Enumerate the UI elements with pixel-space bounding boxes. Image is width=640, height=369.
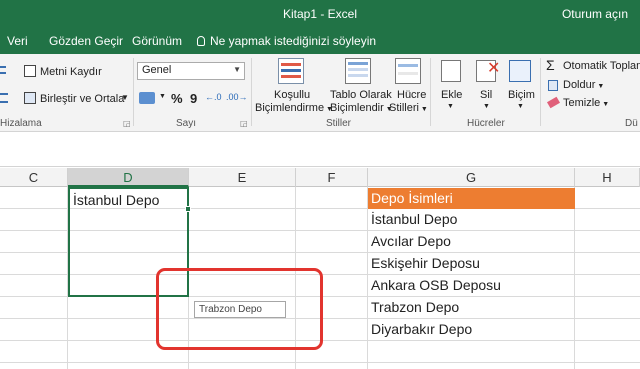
cell-g-header-text: Depo İsimleri: [371, 190, 453, 206]
alignment-group-label: Hizalama: [0, 118, 42, 129]
clear-button[interactable]: Temizle ▼: [563, 97, 609, 109]
lightbulb-icon: [197, 36, 205, 46]
number-format-select[interactable]: Genel ▼: [137, 62, 245, 80]
currency-icon[interactable]: [139, 92, 155, 104]
eraser-icon: [546, 96, 561, 109]
conditional-formatting-icon[interactable]: [278, 58, 304, 84]
currency-dropdown-icon[interactable]: ▼: [159, 93, 166, 100]
wrap-text-icon: [24, 65, 36, 77]
cell-g-item[interactable]: Diyarbakır Depo: [368, 319, 472, 340]
sigma-icon: Σ: [546, 57, 555, 73]
insert-dropdown-icon[interactable]: ▼: [447, 103, 454, 110]
autosum-button[interactable]: Otomatik Toplam: [563, 60, 640, 72]
align-icon[interactable]: [0, 93, 8, 103]
column-header-f[interactable]: F: [296, 168, 368, 187]
ribbon-tabs: Veri Gözden Geçir Görünüm Ne yapmak iste…: [0, 28, 640, 54]
format-dropdown-icon[interactable]: ▼: [517, 103, 524, 110]
fill-icon: [548, 80, 558, 91]
cell-g-item[interactable]: Trabzon Depo: [368, 297, 459, 318]
format-button[interactable]: Biçim: [508, 89, 535, 101]
ribbon: Metni Kaydır Birleştir ve Ortala ▼ Hizal…: [0, 54, 640, 132]
cell-d-value: İstanbul Depo: [73, 192, 160, 208]
column-header-e[interactable]: E: [189, 168, 296, 187]
conditional-formatting-label-1[interactable]: Koşullu: [274, 89, 310, 101]
delete-x-icon: ✕: [487, 60, 501, 77]
highlight-annotation: [156, 268, 323, 350]
sign-in-link[interactable]: Oturum açın: [562, 7, 628, 21]
cell-g-item[interactable]: Ankara OSB Deposu: [368, 275, 501, 296]
tab-review[interactable]: Gözden Geçir: [49, 34, 123, 48]
wrap-text-button[interactable]: Metni Kaydır: [40, 66, 102, 78]
column-header-d[interactable]: D: [68, 168, 189, 187]
indent-icon[interactable]: [0, 66, 6, 74]
cells-group-label: Hücreler: [467, 118, 505, 129]
format-as-table-label-2[interactable]: Biçimlendir ▼: [330, 102, 393, 114]
increase-decimal-icon[interactable]: ←.0: [205, 92, 222, 102]
window-title: Kitap1 - Excel: [282, 7, 358, 21]
alignment-launcher-icon[interactable]: ◲: [123, 119, 131, 128]
format-as-table-label-1[interactable]: Tablo Olarak: [330, 89, 392, 101]
merge-dropdown-icon[interactable]: ▼: [121, 93, 129, 102]
cell-g-item[interactable]: İstanbul Depo: [368, 209, 457, 230]
decrease-decimal-icon[interactable]: .00→: [226, 92, 248, 102]
insert-button[interactable]: Ekle: [441, 89, 462, 101]
merge-center-button[interactable]: Birleştir ve Ortala: [40, 93, 124, 105]
tab-data[interactable]: Veri: [7, 34, 28, 48]
title-bar: Kitap1 - Excel Oturum açın: [0, 0, 640, 28]
cell-styles-label-2[interactable]: Stilleri ▼: [389, 102, 428, 114]
editing-group-label: Dü: [625, 118, 638, 129]
chevron-down-icon: ▼: [233, 65, 241, 74]
format-cells-icon[interactable]: [509, 60, 531, 82]
column-header-h[interactable]: H: [575, 168, 640, 187]
column-headers: C D E F G H: [0, 168, 640, 187]
cell-g-header[interactable]: Depo İsimleri: [368, 188, 575, 209]
styles-group-label: Stiller: [326, 118, 352, 129]
number-launcher-icon[interactable]: ◲: [240, 119, 248, 128]
cell-styles-label-1[interactable]: Hücre: [397, 89, 426, 101]
cell-g-item[interactable]: Avcılar Depo: [368, 231, 451, 252]
column-header-g[interactable]: G: [368, 168, 575, 187]
percent-button[interactable]: %: [171, 91, 183, 106]
tell-me-box[interactable]: Ne yapmak istediğinizi söyleyin: [197, 34, 376, 48]
merge-center-icon: [24, 92, 36, 104]
tab-view[interactable]: Görünüm: [132, 34, 182, 48]
comma-style-button[interactable]: 9: [190, 91, 197, 106]
fill-handle[interactable]: [185, 206, 191, 212]
formula-bar-area: [0, 133, 640, 167]
delete-dropdown-icon[interactable]: ▼: [483, 103, 490, 110]
insert-cells-icon[interactable]: [441, 60, 461, 82]
conditional-formatting-label-2[interactable]: Biçimlendirme ▼: [255, 102, 333, 114]
fill-button[interactable]: Doldur ▼: [563, 79, 604, 91]
delete-button[interactable]: Sil: [480, 89, 492, 101]
number-format-value: Genel: [142, 64, 172, 76]
cell-styles-icon[interactable]: [395, 58, 421, 84]
format-as-table-icon[interactable]: [345, 58, 371, 84]
cell-g-item[interactable]: Eskişehir Deposu: [368, 253, 480, 274]
number-group-label: Sayı: [176, 118, 197, 129]
tell-me-label: Ne yapmak istediğinizi söyleyin: [210, 34, 377, 48]
column-header-c[interactable]: C: [0, 168, 68, 187]
